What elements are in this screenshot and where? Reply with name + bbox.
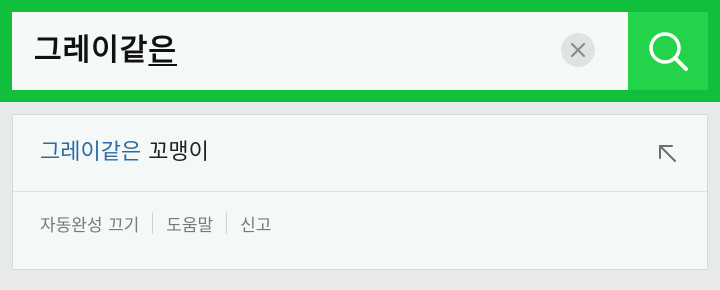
close-icon [570, 42, 586, 58]
autocomplete-off-link[interactable]: 자동완성 끄기 [40, 211, 139, 236]
autocomplete-dropdown: 그레이같은 꼬맹이 자동완성 끄기 도움말 신고 [12, 114, 708, 270]
query-committed-text: 그레이같 [34, 33, 149, 68]
divider [226, 212, 228, 234]
query-composing-text: 은 [148, 33, 178, 68]
clear-button[interactable] [561, 33, 595, 67]
report-link[interactable]: 신고 [240, 211, 271, 236]
help-link[interactable]: 도움말 [166, 211, 213, 236]
suggestion-text: 그레이같은 꼬맹이 [40, 137, 209, 169]
search-header: 그레이같은 [0, 0, 720, 102]
search-query-text[interactable]: 그레이같은 [34, 30, 177, 72]
search-icon [649, 32, 688, 71]
suggestion-rest-text: 꼬맹이 [141, 140, 209, 165]
arrow-up-left-icon [659, 145, 676, 162]
autocomplete-suggestion[interactable]: 그레이같은 꼬맹이 [13, 115, 707, 192]
divider [152, 212, 154, 234]
search-input[interactable]: 그레이같은 [12, 12, 628, 90]
autocomplete-footer: 자동완성 끄기 도움말 신고 [40, 211, 271, 236]
search-button[interactable] [628, 12, 708, 90]
suggestion-match-text: 그레이같은 [40, 140, 142, 165]
fill-query-button[interactable] [653, 139, 681, 167]
